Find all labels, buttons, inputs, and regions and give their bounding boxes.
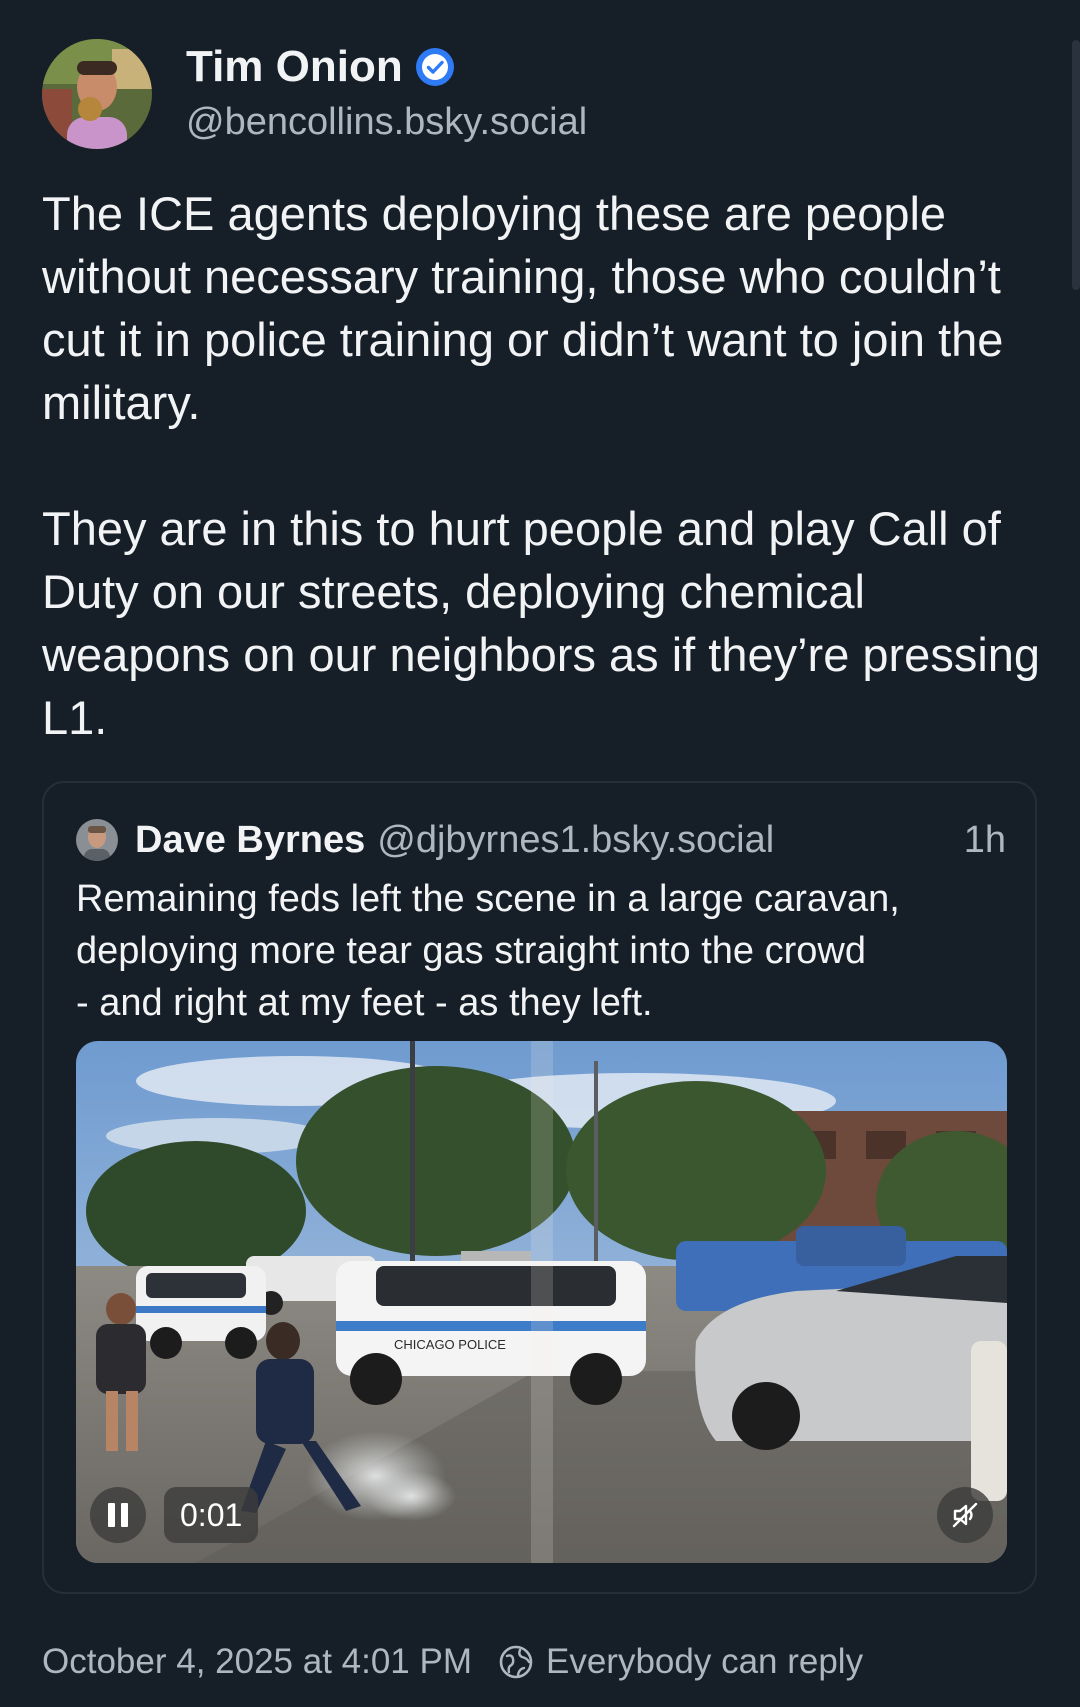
scrollbar[interactable] (1072, 40, 1080, 290)
author-avatar[interactable] (42, 39, 152, 149)
quoted-author-handle: @djbyrnes1.bsky.social (377, 818, 775, 861)
author-display-name[interactable]: Tim Onion (186, 41, 403, 93)
post-timestamp: October 4, 2025 at 4:01 PM (42, 1642, 472, 1681)
video-timecode: 0:01 (164, 1487, 259, 1543)
reply-setting-button[interactable]: Everybody can reply (498, 1642, 863, 1682)
quoted-text-line: deploying more tear gas straight into th… (76, 930, 866, 972)
post-body: The ICE agents deploying these are peopl… (42, 182, 1042, 749)
video-frame: CHICAGO POLICE (76, 1041, 1007, 1563)
mute-button[interactable] (937, 1487, 993, 1543)
quoted-post-time: 1h (963, 818, 1006, 861)
quoted-author-avatar (76, 819, 118, 861)
video-player[interactable]: CHICAGO POLICE 0:01 (76, 1041, 1007, 1563)
quoted-text-line: - and right at my feet - as they left. (76, 982, 653, 1024)
pause-button[interactable] (90, 1487, 146, 1543)
reply-setting-label: Everybody can reply (545, 1642, 864, 1681)
post-header: Tim Onion @bencollins.bsky.social (42, 38, 587, 150)
author-info: Tim Onion @bencollins.bsky.social (186, 41, 587, 147)
post-paragraph: They are in this to hurt people and play… (42, 502, 1041, 744)
quoted-text-line: Remaining feds left the scene in a large… (76, 878, 900, 920)
globe-icon (499, 1645, 533, 1679)
quoted-post-text: Remaining feds left the scene in a large… (76, 873, 1006, 1029)
author-handle[interactable]: @bencollins.bsky.social (186, 97, 587, 147)
pause-icon (108, 1503, 115, 1527)
quoted-post-header: Dave Byrnes @djbyrnes1.bsky.social 1h (76, 813, 1006, 867)
vehicle-lettering: CHICAGO POLICE (394, 1337, 506, 1352)
verified-badge-icon[interactable] (415, 47, 455, 87)
speaker-muted-icon (952, 1502, 978, 1528)
post-footer: October 4, 2025 at 4:01 PM Everybody can… (42, 1636, 863, 1688)
quoted-post-card[interactable]: Dave Byrnes @djbyrnes1.bsky.social 1h Re… (42, 781, 1037, 1594)
post-paragraph: The ICE agents deploying these are peopl… (42, 187, 1004, 429)
quoted-author-display-name: Dave Byrnes (135, 818, 366, 861)
post-thread-view: Tim Onion @bencollins.bsky.social The IC… (0, 0, 1080, 1707)
